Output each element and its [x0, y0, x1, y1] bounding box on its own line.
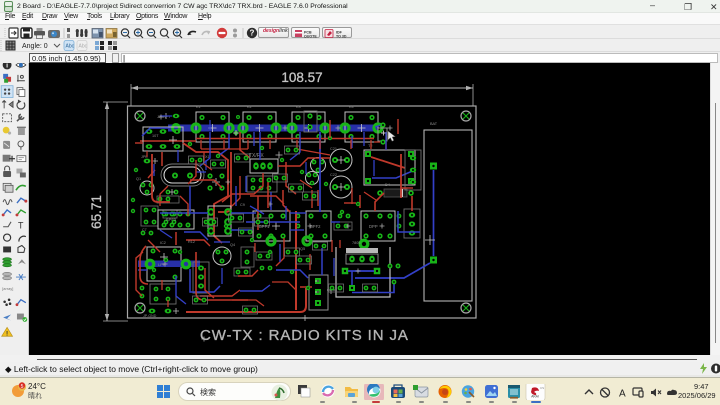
svg-text:ARAI: ARAI — [531, 395, 539, 399]
svg-text:BPF2: BPF2 — [310, 224, 321, 229]
svg-text:5: 5 — [21, 384, 24, 390]
svg-text:Q1: Q1 — [136, 177, 141, 181]
svg-text:Q5: Q5 — [300, 247, 305, 251]
svg-text:IC2: IC2 — [160, 241, 166, 245]
svg-text:C22: C22 — [330, 173, 337, 177]
svg-text:K2: K2 — [247, 105, 252, 109]
svg-text:108.57: 108.57 — [281, 70, 322, 85]
svg-text:A: A — [619, 389, 626, 400]
svg-text:T2: T2 — [368, 144, 372, 148]
svg-text:D4: D4 — [385, 183, 390, 187]
svg-text:BPF1: BPF1 — [259, 224, 270, 229]
svg-text:!: ! — [6, 330, 8, 337]
svg-text:Abc: Abc — [66, 44, 75, 50]
svg-text:TX/RX: TX/RX — [249, 153, 264, 159]
svg-text:Q4: Q4 — [230, 243, 235, 247]
svg-text:K3: K3 — [296, 105, 301, 109]
svg-text:C9: C9 — [240, 203, 245, 207]
svg-text:CW-TX : RADIO KITS IN JA: CW-TX : RADIO KITS IN JA — [200, 327, 409, 344]
svg-text:TO 3D: TO 3D — [336, 34, 347, 38]
svg-text:QUOTE: QUOTE — [304, 34, 317, 38]
svg-text:i: i — [6, 63, 8, 69]
svg-text:C21: C21 — [330, 147, 337, 151]
svg-text:DPP: DPP — [369, 224, 378, 229]
svg-text:?: ? — [250, 29, 255, 38]
svg-text:10T: 10T — [152, 134, 159, 138]
svg-text:7805: 7805 — [352, 241, 360, 245]
svg-text:T: T — [18, 221, 24, 231]
svg-text:C7: C7 — [142, 228, 147, 232]
svg-text:K4: K4 — [349, 105, 354, 109]
svg-text:K1: K1 — [196, 105, 201, 109]
svg-text:JP-GND: JP-GND — [143, 314, 157, 318]
svg-text:BPF3: BPF3 — [166, 217, 177, 222]
svg-text:65.71: 65.71 — [89, 195, 104, 229]
svg-text:CS: CS — [540, 386, 544, 390]
svg-text:[array]: [array] — [2, 286, 13, 291]
svg-text:Angle: 0: Angle: 0 — [22, 43, 48, 50]
svg-text:Abc: Abc — [79, 44, 88, 50]
svg-text:BAT: BAT — [430, 122, 438, 126]
svg-text:R12: R12 — [188, 240, 195, 244]
